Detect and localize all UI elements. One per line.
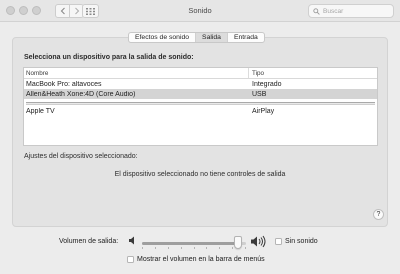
tab-bar: Efectos de sonido Salida Entrada	[128, 32, 265, 43]
volume-slider-tick	[167, 247, 169, 249]
volume-slider-tick	[219, 247, 221, 249]
device-name: MacBook Pro: altavoces	[26, 80, 102, 88]
title-bar: Sonido	[0, 0, 400, 22]
volume-slider-tick	[245, 247, 246, 249]
table-row[interactable]: MacBook Pro: altavoces Integrado	[24, 79, 377, 89]
output-panel: Selecciona un dispositivo para la salida…	[12, 37, 388, 227]
device-table[interactable]: Nombre Tipo MacBook Pro: altavoces Integ…	[23, 67, 378, 146]
volume-slider-tick	[206, 247, 208, 249]
device-type: AirPlay	[252, 107, 275, 115]
volume-slider-tick	[154, 247, 156, 249]
help-button[interactable]: ?	[373, 209, 384, 220]
tab-sound-effects[interactable]: Efectos de sonido	[129, 33, 197, 42]
device-type: Integrado	[252, 80, 282, 88]
table-row[interactable]: Allen&Heath Xone:4D (Core Audio) USB	[24, 89, 377, 99]
tab-output[interactable]: Salida	[196, 33, 228, 42]
airplay-divider	[26, 102, 375, 105]
column-header-type[interactable]: Tipo	[249, 68, 264, 79]
device-name: Allen&Heath Xone:4D (Core Audio)	[26, 90, 136, 98]
volume-slider-tick	[180, 247, 182, 249]
speaker-low-icon	[129, 236, 134, 245]
device-name: Apple TV	[26, 107, 55, 115]
volume-slider-tick	[142, 247, 143, 249]
search-input[interactable]	[323, 7, 393, 15]
show-volume-in-menubar-label[interactable]: Mostrar el volumen en la barra de menús	[137, 256, 265, 263]
output-volume-label: Volumen de salida:	[59, 238, 119, 245]
show-volume-in-menubar-checkbox[interactable]	[127, 256, 134, 263]
mute-checkbox[interactable]	[275, 238, 282, 245]
volume-slider[interactable]	[142, 242, 246, 245]
device-settings-label: Ajustes del dispositivo seleccionado:	[24, 153, 138, 160]
volume-slider-knob[interactable]	[233, 236, 242, 249]
table-row[interactable]: Apple TV AirPlay	[24, 106, 377, 116]
volume-slider-fill	[142, 242, 238, 245]
search-field[interactable]	[308, 4, 394, 18]
no-controls-message: El dispositivo seleccionado no tiene con…	[114, 171, 286, 178]
search-icon	[313, 7, 320, 15]
table-header: Nombre Tipo	[24, 68, 377, 79]
volume-slider-tick	[232, 247, 234, 249]
column-header-name[interactable]: Nombre	[24, 68, 249, 78]
speaker-high-icon	[251, 235, 266, 248]
volume-slider-ticks	[142, 247, 246, 249]
volume-slider-tick	[193, 247, 195, 249]
mute-label[interactable]: Sin sonido	[285, 238, 318, 245]
tab-input[interactable]: Entrada	[228, 33, 264, 42]
device-type: USB	[252, 90, 267, 98]
output-device-heading: Selecciona un dispositivo para la salida…	[24, 54, 194, 61]
